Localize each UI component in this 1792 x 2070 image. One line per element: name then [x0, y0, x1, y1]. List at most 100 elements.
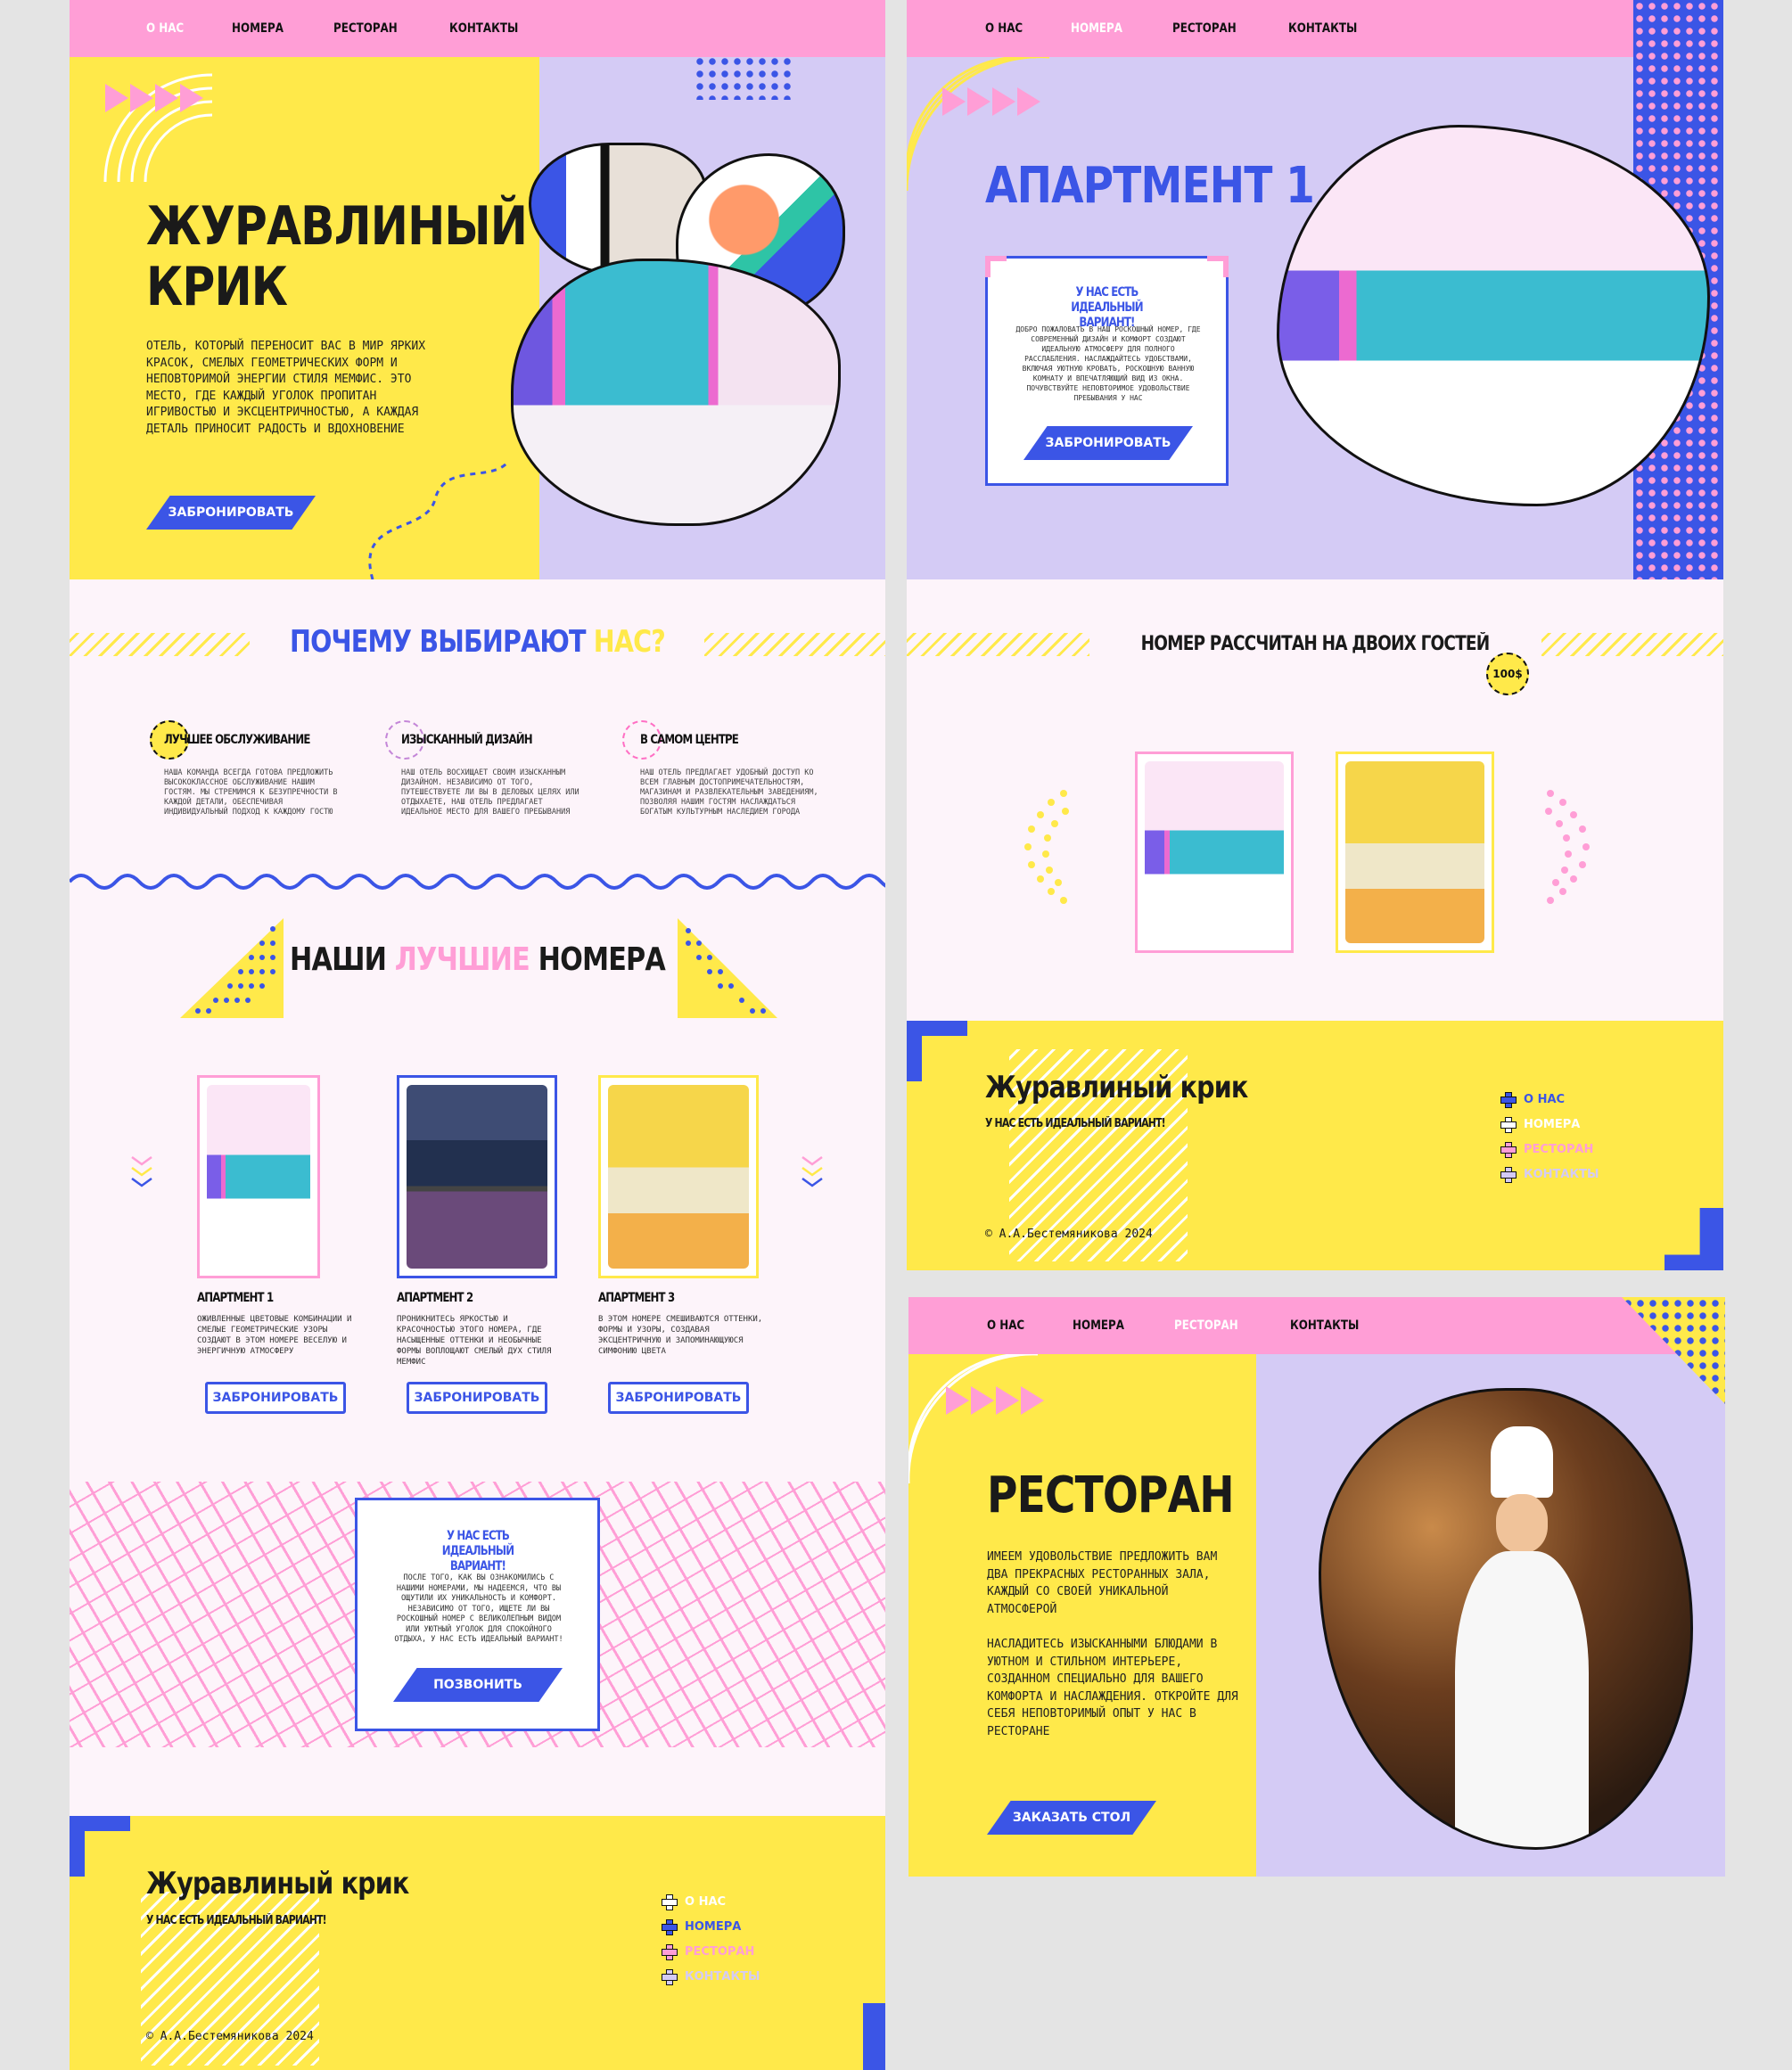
dashed-squiggle	[368, 464, 508, 579]
why-heading: ПОЧЕМУ ВЫБИРАЮТ НАС?	[290, 624, 666, 660]
room-book-button[interactable]: ЗАБРОНИРОВАТЬ	[407, 1382, 547, 1414]
wave-divider	[70, 874, 885, 890]
room-photo	[407, 1085, 547, 1269]
room-book-button[interactable]: ЗАБРОНИРОВАТЬ	[608, 1382, 749, 1414]
nav-about[interactable]: О НАС	[146, 21, 184, 36]
corner-deco	[863, 2003, 885, 2070]
footer-nav: О НАС НОМЕРА РЕСТОРАН КОНТАКТЫ	[662, 1889, 760, 1989]
reserve-table-button[interactable]: ЗАКАЗАТЬ СТОЛ	[987, 1801, 1156, 1835]
room-book-button[interactable]: ЗАБРОНИРОВАТЬ	[205, 1382, 346, 1414]
triangle-arrows-icon	[946, 1386, 1044, 1415]
feature-text: НАШ ОТЕЛЬ ПРЕДЛАГАЕТ УДОБНЫЙ ДОСТУП КО В…	[640, 768, 818, 817]
feature-text: НАШ ОТЕЛЬ ВОСХИЩАЕТ СВОИМ ИЗЫСКАННЫМ ДИЗ…	[401, 768, 580, 817]
copyright: © А.А.Бестемяникова 2024	[985, 1228, 1153, 1241]
nav-restaurant[interactable]: РЕСТОРАН	[1172, 21, 1237, 36]
footer-link-restaurant[interactable]: РЕСТОРАН	[662, 1939, 760, 1964]
feature-text: НАША КОМАНДА ВСЕГДА ГОТОВА ПРЕДЛОЖИТЬ ВЫ…	[164, 768, 338, 817]
cross-icon	[1500, 1142, 1517, 1158]
cross-icon	[1500, 1167, 1517, 1183]
corner-deco	[1665, 1208, 1723, 1270]
gallery-photo	[1145, 761, 1284, 943]
arc-decoration	[103, 73, 213, 182]
footer-link-contacts[interactable]: КОНТАКТЫ	[1500, 1162, 1599, 1187]
cross-icon	[662, 1944, 678, 1960]
restaurant-text-2: НАСЛАДИТЕСЬ ИЗЫСКАННЫМИ БЛЮДАМИ В УЮТНОМ…	[987, 1638, 1238, 1738]
room-card[interactable]	[598, 1075, 759, 1278]
main-nav: О НАС НОМЕРА РЕСТОРАН КОНТАКТЫ	[70, 0, 885, 57]
triangle-arrows-icon	[105, 84, 203, 112]
footer-link-rooms[interactable]: НОМЕРА	[1500, 1112, 1599, 1137]
guests-heading: НОМЕР РАССЧИТАН НА ДВОИХ ГОСТЕЙ	[1140, 633, 1491, 655]
nav-contacts[interactable]: КОНТАКТЫ	[1288, 21, 1357, 36]
room-description: ПРОНИКНИТЕСЬ ЯРКОСТЬЮ И КРАСОЧНОСТЬЮ ЭТО…	[397, 1315, 552, 1367]
cross-icon	[662, 1969, 678, 1985]
cta-text: ПОСЛЕ ТОГО, КАК ВЫ ОЗНАКОМИЛИСЬ С НАШИМИ…	[394, 1573, 563, 1644]
chevron-down-icon[interactable]	[801, 1155, 824, 1195]
restaurant-text-1: ИМЕЕМ УДОВОЛЬСТВИЕ ПРЕДЛОЖИТЬ ВАМ ДВА ПР…	[987, 1550, 1218, 1616]
book-button[interactable]: ЗАБРОНИРОВАТЬ	[146, 496, 316, 530]
footer-link-about[interactable]: О НАС	[1500, 1087, 1599, 1112]
footer-brand: Журавлиный крик	[146, 1866, 409, 1902]
room-description: ОЖИВЛЕННЫЕ ЦВЕТОВЫЕ КОМБИНАЦИИ И СМЕЛЫЕ …	[197, 1315, 352, 1356]
feature-title: В САМОМ ЦЕНТРЕ	[640, 733, 739, 747]
hero-description: ОТЕЛЬ, КОТОРЫЙ ПЕРЕНОСИТ ВАС В МИР ЯРКИХ…	[146, 340, 426, 436]
room-title: АПАРТМЕНТ 3	[598, 1291, 675, 1305]
room-card[interactable]	[397, 1075, 557, 1278]
nav-restaurant[interactable]: РЕСТОРАН	[1174, 1318, 1238, 1333]
corner-deco	[1207, 256, 1229, 277]
gallery-card[interactable]	[1135, 752, 1294, 953]
dot-fan-left	[1024, 790, 1069, 904]
footer-link-about[interactable]: О НАС	[662, 1889, 760, 1914]
footer-link-rooms[interactable]: НОМЕРА	[662, 1914, 760, 1939]
best-rooms-heading: НАШИ ЛУЧШИЕ НОМЕРА	[290, 941, 666, 978]
footer: Журавлиный крик У НАС ЕСТЬ ИДЕАЛЬНЫЙ ВАР…	[70, 1816, 885, 2070]
gallery-card[interactable]	[1336, 752, 1494, 953]
corner-deco	[70, 1816, 130, 1877]
footer-link-contacts[interactable]: КОНТАКТЫ	[662, 1964, 760, 1989]
cta-card: У НАС ЕСТЬ ИДЕАЛЬНЫЙ ВАРИАНТ! ПОСЛЕ ТОГО…	[355, 1498, 600, 1731]
room-photo	[608, 1085, 749, 1269]
feature-title: ИЗЫСКАННЫЙ ДИЗАЙН	[401, 733, 533, 747]
room-title: АПАРТМЕНТ 1	[197, 1291, 274, 1305]
nav-about[interactable]: О НАС	[985, 21, 1023, 36]
corner-deco	[907, 1021, 967, 1081]
chef-jacket	[1455, 1551, 1589, 1847]
corner-deco	[985, 256, 1007, 277]
call-button[interactable]: ПОЗВОНИТЬ	[393, 1668, 563, 1702]
dot-fan-right	[1545, 790, 1590, 904]
chef-face	[1496, 1494, 1548, 1553]
apartment-title: АПАРТМЕНТ 1	[985, 157, 1315, 215]
collage-image-3	[511, 259, 841, 526]
room-card[interactable]	[197, 1075, 320, 1278]
footer-tagline: У НАС ЕСТЬ ИДЕАЛЬНЫЙ ВАРИАНТ!	[985, 1117, 1166, 1130]
nav-contacts[interactable]: КОНТАКТЫ	[449, 21, 518, 36]
cross-icon	[662, 1894, 678, 1910]
nav-about[interactable]: О НАС	[987, 1318, 1024, 1333]
nav-rooms[interactable]: НОМЕРА	[232, 21, 284, 36]
chevron-down-icon[interactable]	[130, 1155, 153, 1195]
chef-hat	[1491, 1426, 1553, 1498]
card-text: ДОБРО ПОЖАЛОВАТЬ В НАШ РОСКОШНЫЙ НОМЕР, …	[1015, 325, 1201, 402]
main-nav: О НАС НОМЕРА РЕСТОРАН КОНТАКТЫ	[908, 1297, 1725, 1354]
room-photo	[207, 1085, 310, 1269]
footer-link-restaurant[interactable]: РЕСТОРАН	[1500, 1137, 1599, 1162]
nav-contacts[interactable]: КОНТАКТЫ	[1290, 1318, 1359, 1333]
footer-nav: О НАС НОМЕРА РЕСТОРАН КОНТАКТЫ	[1500, 1087, 1599, 1187]
footer-brand: Журавлиный крик	[985, 1070, 1248, 1105]
price-badge: 100$	[1486, 653, 1529, 695]
restaurant-page: О НАС НОМЕРА РЕСТОРАН КОНТАКТЫ РЕСТОРАН …	[908, 1297, 1725, 1877]
triangle-arrows-icon	[942, 87, 1040, 116]
footer-tagline: У НАС ЕСТЬ ИДЕАЛЬНЫЙ ВАРИАНТ!	[146, 1914, 327, 1927]
main-nav: О НАС НОМЕРА РЕСТОРАН КОНТАКТЫ	[907, 0, 1633, 57]
room-description: В ЭТОМ НОМЕРЕ СМЕШИВАЮТСЯ ОТТЕНКИ, ФОРМЫ…	[598, 1315, 763, 1356]
cross-icon	[1500, 1117, 1517, 1133]
apartment-card: У НАС ЕСТЬ ИДЕАЛЬНЫЙ ВАРИАНТ! ДОБРО ПОЖА…	[985, 256, 1229, 486]
nav-restaurant[interactable]: РЕСТОРАН	[333, 21, 398, 36]
nav-rooms[interactable]: НОМЕРА	[1071, 21, 1122, 36]
home-page: О НАС НОМЕРА РЕСТОРАН КОНТАКТЫ ЖУРАВЛИНЫ…	[70, 0, 885, 2070]
footer: Журавлиный крик У НАС ЕСТЬ ИДЕАЛЬНЫЙ ВАР…	[907, 1021, 1723, 1270]
copyright: © А.А.Бестемяникова 2024	[146, 2030, 314, 2043]
book-button[interactable]: ЗАБРОНИРОВАТЬ	[1023, 426, 1193, 460]
apartment-page: О НАС НОМЕРА РЕСТОРАН КОНТАКТЫ АПАРТМЕНТ…	[907, 0, 1723, 1270]
nav-rooms[interactable]: НОМЕРА	[1073, 1318, 1124, 1333]
